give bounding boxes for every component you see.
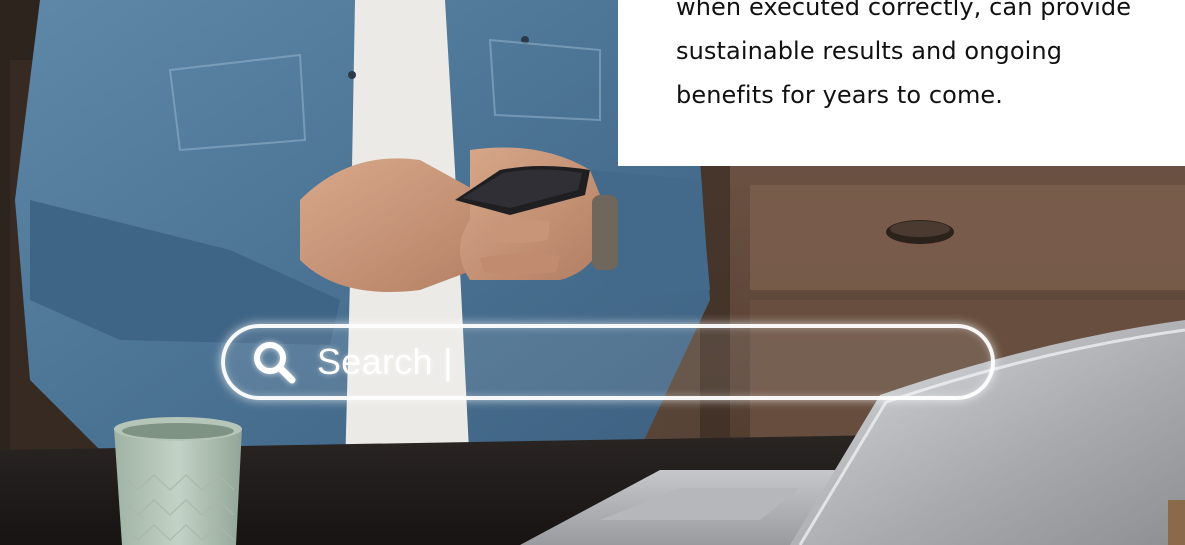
hero-banner: when executed correctly, can provide sus…: [0, 0, 1185, 545]
text-card-line: benefits for years to come.: [676, 81, 1004, 109]
search-icon: [254, 342, 296, 384]
text-card-line: when executed correctly, can provide: [676, 0, 1132, 21]
text-card-line: sustainable results and ongoing: [676, 37, 1063, 65]
text-card: when executed correctly, can provide sus…: [618, 0, 1185, 166]
text-card-paragraph: when executed correctly, can provide sus…: [676, 0, 1185, 117]
search-bar[interactable]: Search |: [221, 324, 995, 400]
search-input-text[interactable]: Search |: [317, 341, 453, 383]
